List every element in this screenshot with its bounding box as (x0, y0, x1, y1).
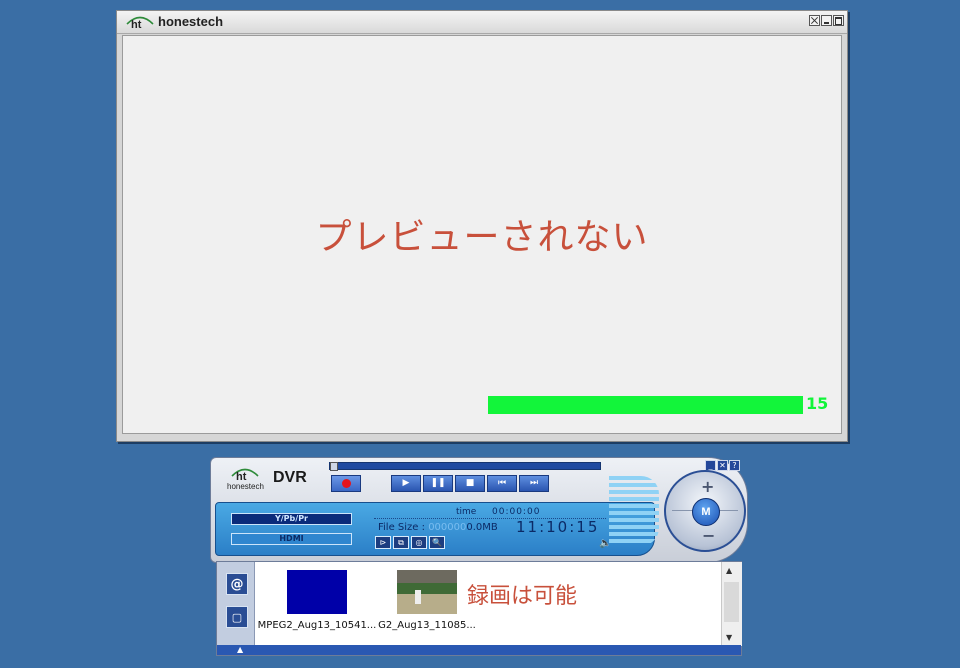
next-icon: ⏭ (529, 478, 539, 488)
minimize-icon[interactable] (821, 15, 832, 26)
zoom-icon[interactable]: 🔍 (429, 536, 445, 549)
file-size-label: File Size : (378, 522, 425, 533)
source-ypbpr-button[interactable]: Y/Pb/Pr (231, 513, 352, 525)
clip-thumbnail (397, 570, 457, 614)
record-icon (341, 479, 351, 488)
pause-button[interactable]: ❚❚ (423, 475, 453, 492)
dvr-display: Y/Pb/Pr HDMI time 00:00:00 File Size : 0… (215, 502, 655, 556)
previous-icon: ⏮ (497, 478, 507, 488)
stop-button[interactable]: ■ (455, 475, 485, 492)
pause-icon: ❚❚ (430, 478, 446, 488)
snapshot-icon[interactable]: ◎ (411, 536, 427, 549)
stop-icon: ■ (465, 478, 475, 488)
email-share-button[interactable]: @ (226, 573, 248, 595)
next-button[interactable]: ⏭ (519, 475, 549, 492)
clip-thumbnail (287, 570, 347, 614)
collapse-arrow-icon[interactable]: ▲ (237, 645, 243, 655)
progress-thumb[interactable] (330, 462, 338, 471)
play-icon: ▶ (402, 478, 410, 488)
library-scrollbar[interactable]: ▲ ▼ (721, 562, 742, 646)
record-button[interactable] (331, 475, 361, 492)
dvr-logo: ht honestech (227, 465, 265, 493)
library-footer: ▲ (217, 645, 741, 655)
volume-knob[interactable]: + − M (664, 470, 746, 552)
play-button[interactable]: ▶ (391, 475, 421, 492)
recording-library: @ ▢ MPEG2_Aug13_10541... G2_Aug13_11085.… (216, 561, 742, 656)
file-button[interactable]: ▢ (226, 606, 248, 628)
library-sidebar: @ ▢ (217, 562, 255, 646)
level-meter-fill (488, 396, 803, 414)
maximize-icon[interactable] (833, 15, 844, 26)
level-meter (488, 396, 803, 414)
transport-controls: ▶ ❚❚ ■ ⏮ ⏭ (331, 475, 549, 492)
time-value: 00:00:00 (492, 507, 541, 517)
no-preview-message: プレビューされない (315, 217, 649, 258)
honestech-logo-icon: ht (126, 16, 154, 29)
copy-icon[interactable]: ⧉ (393, 536, 409, 549)
clip-item[interactable]: MPEG2_Aug13_10541... (257, 570, 377, 631)
volume-up-icon[interactable]: + (701, 477, 714, 496)
dvr-header: ht honestech DVR (227, 465, 307, 493)
preview-window: ht honestech プレビューされない 15 (116, 10, 848, 442)
dvr-panel: ht honestech DVR ▶ ❚❚ ■ ⏮ ⏭ _ ✕ ? Y/Pb/P… (210, 457, 748, 563)
dvr-close-button[interactable]: ✕ (717, 460, 728, 471)
dvr-logo-sub: honestech (227, 482, 264, 491)
level-value: 15 (806, 394, 829, 413)
close-icon[interactable] (809, 15, 820, 26)
dvr-body: ht honestech DVR ▶ ❚❚ ■ ⏮ ⏭ _ ✕ ? Y/Pb/P… (210, 457, 748, 563)
function-icons: ⊳ ⧉ ◎ 🔍 (375, 536, 445, 549)
honestech-logo-icon: ht (231, 468, 259, 481)
time-label: time (456, 507, 477, 517)
clip-label: MPEG2_Aug13_10541... (257, 620, 377, 631)
clip-label: G2_Aug13_11085... (378, 620, 476, 631)
file-size-zeros: 000000 (428, 522, 467, 533)
scroll-thumb[interactable] (724, 582, 739, 622)
dvr-help-button[interactable]: ? (729, 460, 740, 471)
volume-down-icon[interactable]: − (702, 526, 715, 545)
clock-display: 11:10:15 (516, 518, 600, 536)
svg-text:ht: ht (131, 19, 142, 29)
dvr-title: DVR (273, 469, 307, 486)
scroll-up-icon[interactable]: ▲ (726, 566, 732, 575)
menu-button[interactable]: M (692, 498, 720, 526)
honestech-brand: ht honestech (125, 13, 223, 29)
decorative-stripes (609, 476, 659, 546)
playback-progress-track[interactable] (329, 462, 601, 471)
preview-window-controls (809, 15, 844, 26)
recording-possible-note: 録画は可能 (467, 584, 578, 609)
source-hdmi-button[interactable]: HDMI (231, 533, 352, 545)
brand-name: honestech (158, 13, 224, 29)
scroll-down-icon[interactable]: ▼ (726, 633, 732, 642)
file-size-value: 0.0MB (466, 522, 498, 533)
svg-text:ht: ht (236, 471, 247, 481)
export-icon[interactable]: ⊳ (375, 536, 391, 549)
previous-button[interactable]: ⏮ (487, 475, 517, 492)
preview-viewport: プレビューされない 15 (122, 35, 842, 434)
preview-titlebar[interactable]: ht honestech (117, 11, 847, 34)
file-size-readout: File Size : 0000000.0MB (378, 522, 498, 533)
